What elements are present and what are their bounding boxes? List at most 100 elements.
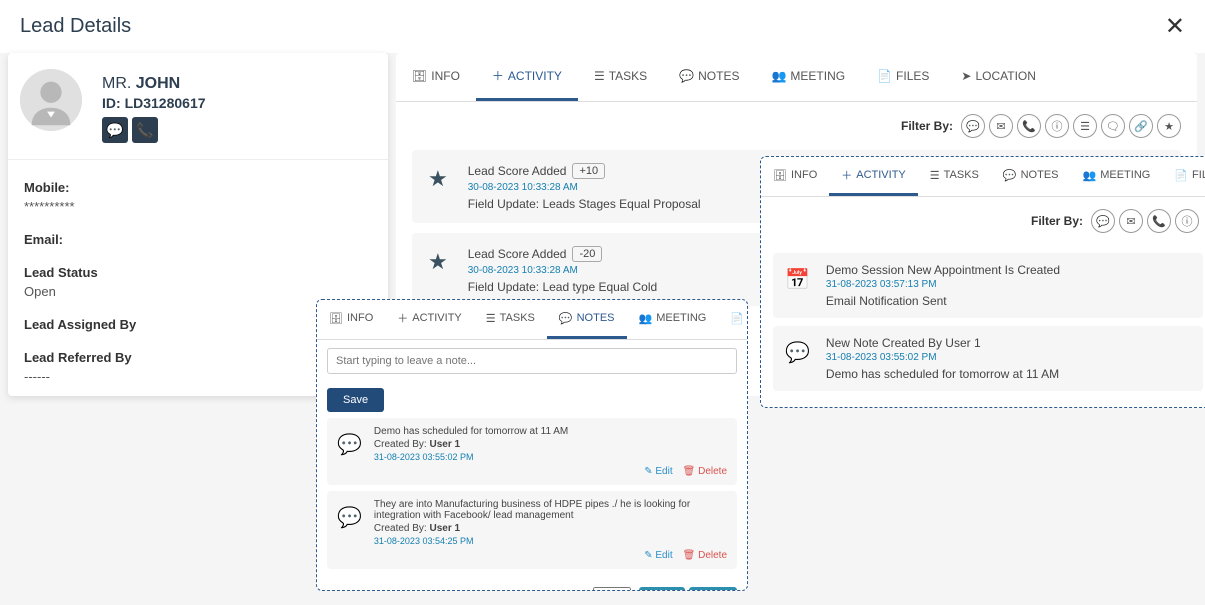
filter-icons: 💬 ✉ 📞 ⓘ [1091,209,1199,233]
note-title: Demo has scheduled for tomorrow at 11 AM [374,426,727,437]
id-value: LD31280617 [125,95,206,111]
note-input[interactable] [327,348,737,374]
next-button[interactable]: Next ▸ [689,587,737,591]
profile-block: MR. JOHN ID: LD31280617 💬 📞 [8,53,388,160]
tab-activity[interactable]: ＋ACTIVITY [385,300,474,339]
edit-link[interactable]: ✎ Edit [644,466,672,477]
activity-overlay-panel: 🗄INFO ＋ACTIVITY ☰TASKS 💬NOTES 👥MEETING 📄… [760,156,1205,408]
chat-icon: 💬 [337,499,362,561]
chat-icon: 💬 [559,312,573,325]
note-created-by: Created By: User 1 [374,439,727,450]
notes-overlay-panel: 🗄INFO ＋ACTIVITY ☰TASKS 💬NOTES 👥MEETING 📄… [316,299,748,591]
name-value: JOHN [136,75,180,92]
filter-list-icon[interactable]: ☰ [1073,114,1097,138]
filter-chat-icon[interactable]: 💬 [1091,209,1115,233]
mobile-label: Mobile: [24,180,372,195]
filter-mail-icon[interactable]: ✉ [1119,209,1143,233]
chat-icon: 💬 [1003,169,1017,182]
note-item: 💬 Demo has scheduled for tomorrow at 11 … [327,418,737,485]
avatar [20,69,82,131]
activity-title: New Note Created By User 1 [826,336,1191,350]
note-input-wrap [317,340,747,382]
tab-tasks[interactable]: ☰TASKS [918,157,991,196]
mobile-value: ********** [24,199,372,214]
lead-name: MR. JOHN [102,75,376,93]
activity-title: Demo Session New Appointment Is Created [826,263,1191,277]
note-title: They are into Manufacturing business of … [374,499,727,521]
page-size-select[interactable]: 10 [593,587,631,591]
tab-location[interactable]: ➤LOCATION [945,53,1052,101]
calendar-icon: 📅 [785,263,810,292]
notes-tabs: 🗄INFO ＋ACTIVITY ☰TASKS 💬NOTES 👥MEETING 📄… [317,300,747,340]
pagination: Showing 1 to 3 of 3 records Page Size 10… [317,581,747,591]
tab-activity[interactable]: ＋ACTIVITY [829,157,918,196]
filter-phone-icon[interactable]: 📞 [1017,114,1041,138]
overlay-tabs: 🗄INFO ＋ACTIVITY ☰TASKS 💬NOTES 👥MEETING 📄… [761,157,1205,197]
filter-star-icon[interactable]: ★ [1157,114,1181,138]
filter-label: Filter By: [1031,214,1083,228]
location-icon: ➤ [961,69,971,83]
note-timestamp: 31-08-2023 03:55:02 PM [374,452,727,462]
status-label: Lead Status [24,265,372,280]
email-label: Email: [24,232,372,247]
profile-actions: 💬 📞 [102,117,376,143]
tab-notes[interactable]: 💬NOTES [547,300,627,339]
note-item: 💬 They are into Manufacturing business o… [327,491,737,569]
tab-info[interactable]: 🗄INFO [317,300,385,339]
people-icon: 👥 [639,312,653,325]
tab-meeting[interactable]: 👥MEETING [627,300,719,339]
file-icon: 📄 [1174,169,1188,182]
save-button[interactable]: Save [327,388,384,412]
filter-info-icon[interactable]: ⓘ [1045,114,1069,138]
tab-notes[interactable]: 💬NOTES [991,157,1071,196]
edit-link[interactable]: ✎ Edit [644,550,672,561]
tab-files[interactable]: 📄FILES [861,53,945,101]
tab-meeting[interactable]: 👥MEETING [1071,157,1163,196]
tab-info[interactable]: 🗄INFO [396,53,476,101]
delete-link[interactable]: 🗑 Delete [683,466,727,477]
plus-icon: ＋ [841,167,852,183]
tab-tasks[interactable]: ☰TASKS [578,53,663,101]
people-icon: 👥 [1083,169,1097,182]
activity-title: Lead Score Added +10 [468,163,605,179]
dialog-header: Lead Details ✕ [0,0,1205,53]
filter-info-icon[interactable]: ⓘ [1175,209,1199,233]
list-icon: ☰ [930,169,940,182]
briefcase-icon: 🗄 [412,69,427,83]
profile-info: MR. JOHN ID: LD31280617 💬 📞 [102,69,376,143]
status-value: Open [24,284,372,299]
overlay-activity-item: 💬 New Note Created By User 1 31-08-2023 … [773,326,1203,391]
list-icon: ☰ [594,69,605,83]
plus-icon: ＋ [492,67,504,84]
filter-bar: Filter By: 💬 ✉ 📞 ⓘ ☰ 🗨 🔗 ★ [396,102,1197,150]
tab-notes[interactable]: 💬NOTES [663,53,755,101]
filter-link-icon[interactable]: 🔗 [1129,114,1153,138]
tab-tasks[interactable]: ☰TASKS [474,300,547,339]
filter-phone-icon[interactable]: 📞 [1147,209,1171,233]
filter-mail-icon[interactable]: ✉ [989,114,1013,138]
chat-icon: 💬 [337,426,362,477]
close-button[interactable]: ✕ [1165,12,1185,41]
note-list: 💬 Demo has scheduled for tomorrow at 11 … [317,412,747,581]
delete-link[interactable]: 🗑 Delete [683,550,727,561]
activity-desc: Email Notification Sent [826,294,1191,308]
chat-icon[interactable]: 💬 [102,117,128,143]
tab-meeting[interactable]: 👥MEETING [755,53,861,101]
filter-chat-icon[interactable]: 💬 [961,114,985,138]
lead-id: ID: LD31280617 [102,95,376,111]
filter-comment-icon[interactable]: 🗨 [1101,114,1125,138]
phone-icon[interactable]: 📞 [132,117,158,143]
plus-icon: ＋ [397,310,408,326]
tab-info[interactable]: 🗄INFO [761,157,829,196]
overlay-filter-bar: Filter By: 💬 ✉ 📞 ⓘ [761,197,1205,245]
score-badge: -20 [572,246,602,262]
tab-files[interactable]: 📄FILES [1162,157,1205,196]
tab-files[interactable]: 📄FILES [718,300,748,339]
tab-activity[interactable]: ＋ACTIVITY [476,53,578,101]
file-icon: 📄 [877,69,892,83]
activity-title: Lead Score Added -20 [468,246,603,262]
prev-button[interactable]: ◂Prev [639,587,685,591]
main-tabs: 🗄INFO ＋ACTIVITY ☰TASKS 💬NOTES 👥MEETING 📄… [396,53,1197,102]
chat-icon: 💬 [785,336,810,365]
page-title: Lead Details [20,15,131,38]
